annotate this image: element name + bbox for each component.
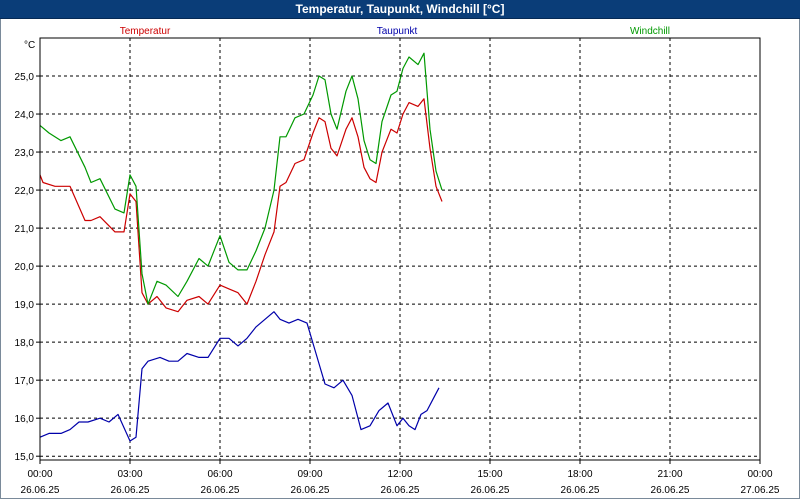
y-tick-label: 17,0 bbox=[15, 376, 35, 387]
y-tick-label: 24,0 bbox=[15, 110, 35, 121]
x-tick-time: 15:00 bbox=[477, 469, 502, 480]
x-tick-date: 26.06.25 bbox=[21, 485, 60, 496]
x-tick-time: 12:00 bbox=[387, 469, 412, 480]
chart-canvas: Temperatur Taupunkt Windchill °C 15,016,01… bbox=[15, 26, 780, 496]
x-tick-date: 26.06.25 bbox=[651, 485, 690, 496]
x-tick-date: 26.06.25 bbox=[471, 485, 510, 496]
legend-entry-temperatur: Temperatur bbox=[120, 26, 171, 37]
x-tick-time: 00:00 bbox=[747, 469, 772, 480]
x-tick-time: 09:00 bbox=[297, 469, 322, 480]
x-tick-time: 18:00 bbox=[567, 469, 592, 480]
x-tick-date: 26.06.25 bbox=[111, 485, 150, 496]
y-tick-label: 25,0 bbox=[15, 72, 35, 83]
x-tick-time: 00:00 bbox=[27, 469, 52, 480]
x-tick-time: 03:00 bbox=[117, 469, 142, 480]
y-tick-label: 20,0 bbox=[15, 262, 35, 273]
series-group bbox=[39, 52, 443, 442]
y-tick-label: 16,0 bbox=[15, 414, 35, 425]
x-tick-date: 26.06.25 bbox=[561, 485, 600, 496]
legend: Temperatur Taupunkt Windchill bbox=[120, 26, 670, 37]
grid-lines bbox=[40, 38, 760, 460]
y-tick-label: 21,0 bbox=[15, 224, 35, 235]
x-tick-date: 26.06.25 bbox=[381, 485, 420, 496]
x-tick-date: 27.06.25 bbox=[741, 485, 780, 496]
y-tick-label: 15,0 bbox=[15, 452, 35, 463]
legend-entry-windchill: Windchill bbox=[630, 26, 670, 37]
y-axis-label: °C bbox=[24, 40, 35, 51]
series-line-taupunkt bbox=[39, 311, 440, 442]
x-tick-date: 26.06.25 bbox=[291, 485, 330, 496]
y-tick-label: 23,0 bbox=[15, 148, 35, 159]
x-tick-date: 26.06.25 bbox=[201, 485, 240, 496]
y-tick-label: 18,0 bbox=[15, 338, 35, 349]
y-tick-label: 19,0 bbox=[15, 300, 35, 311]
x-axis-ticks: 00:00 26.06.25 03:00 26.06.25 06:00 26.06.25 0… bbox=[21, 460, 780, 496]
series-line-temperatur bbox=[39, 98, 443, 313]
y-axis-ticks: 15,0 16,0 17,0 18,0 19,0 20,0 21,0 22,0 23,0 24,0… bbox=[15, 72, 40, 463]
y-tick-label: 22,0 bbox=[15, 186, 35, 197]
legend-entry-taupunkt: Taupunkt bbox=[377, 26, 418, 37]
x-tick-time: 21:00 bbox=[657, 469, 682, 480]
x-tick-time: 06:00 bbox=[207, 469, 232, 480]
